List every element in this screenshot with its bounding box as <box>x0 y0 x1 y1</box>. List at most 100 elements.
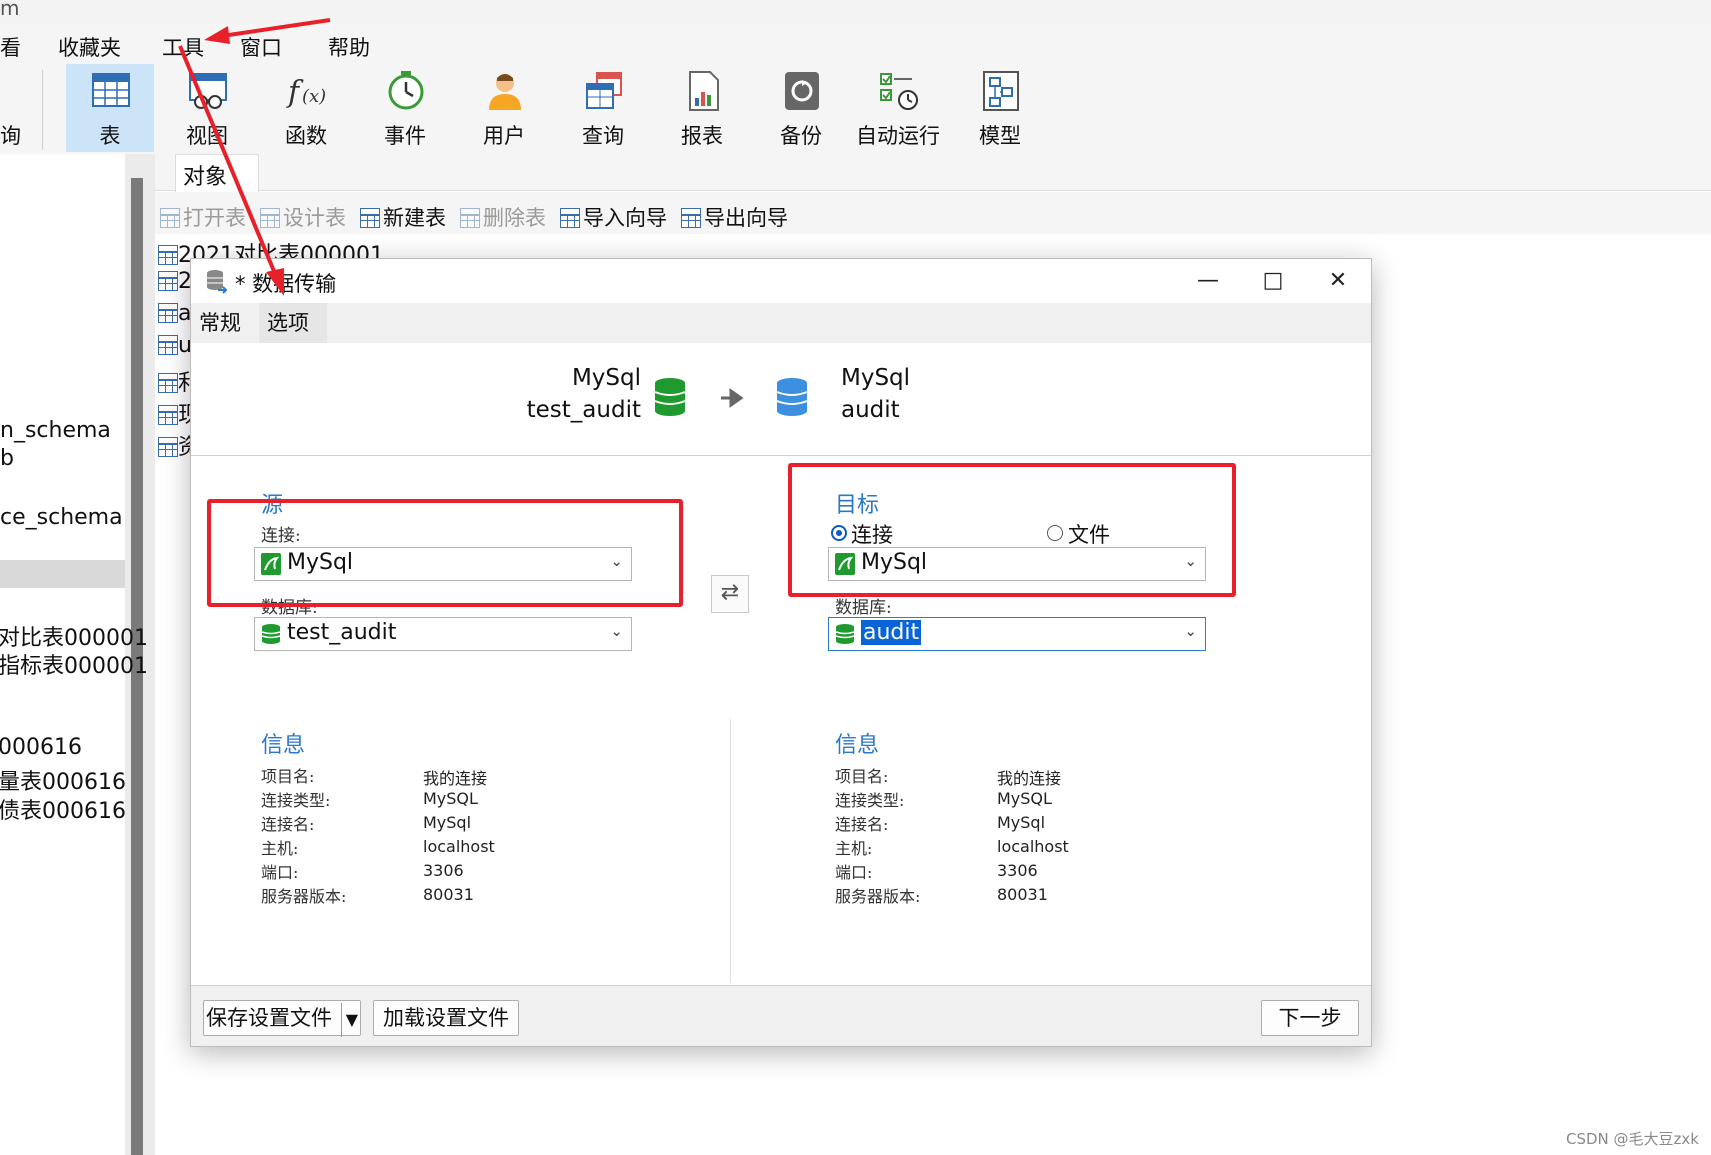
source-info-table: 项目名: 我的连接 连接类型: MySQL 连接名: MySql 主机: loc… <box>261 763 661 913</box>
nav-item[interactable]: 指标表000001 <box>0 648 148 680</box>
ribbon-query-button[interactable]: 查询 <box>559 64 647 152</box>
nav-item[interactable]: b <box>0 446 14 471</box>
swap-arrows-icon: ⇄ <box>720 580 740 605</box>
ribbon-view-button[interactable]: 视图 <box>163 64 251 152</box>
ribbon-event-label: 事件 <box>384 124 426 148</box>
design-table-button[interactable]: 设计表 <box>260 202 346 232</box>
ribbon-function-button[interactable]: f (x) 函数 <box>262 64 350 152</box>
tab-options[interactable]: 选项 <box>259 303 327 343</box>
ribbon-event-button[interactable]: 事件 <box>361 64 449 152</box>
view-icon <box>189 73 227 109</box>
target-database-value: audit <box>861 620 922 645</box>
source-database-select[interactable]: test_audit ⌄ <box>254 617 632 651</box>
info-key: 连接类型: <box>261 791 331 810</box>
info-value: 80031 <box>423 885 474 904</box>
ribbon-report-button[interactable]: 报表 <box>658 64 746 152</box>
menu-favorites[interactable]: 收藏夹 <box>58 32 121 62</box>
nav-item[interactable]: ce_schema <box>0 505 123 530</box>
nav-item[interactable]: 债表000616 <box>0 793 126 825</box>
svg-text:(x): (x) <box>302 86 326 107</box>
nav-item[interactable]: 000616 <box>0 735 82 760</box>
header-target-db: audit <box>841 397 900 423</box>
load-profile-button[interactable]: 加载设置文件 <box>373 1000 519 1036</box>
menu-view[interactable]: 看 <box>0 32 21 62</box>
close-icon[interactable]: ✕ <box>1324 267 1352 295</box>
delete-table-label: 删除表 <box>483 206 546 230</box>
ribbon-automation-label: 自动运行 <box>856 124 940 148</box>
ribbon-table-button[interactable]: 表 <box>66 64 154 152</box>
info-key: 项目名: <box>261 767 315 786</box>
info-key: 服务器版本: <box>835 887 921 906</box>
export-wizard-button[interactable]: 导出向导 <box>681 202 788 232</box>
menu-window[interactable]: 窗口 <box>240 32 282 62</box>
save-profile-label: 保存设置文件 <box>206 1006 332 1030</box>
info-divider <box>730 719 731 983</box>
object-row[interactable]: a <box>158 301 191 326</box>
new-table-button[interactable]: 新建表 <box>360 202 446 232</box>
open-table-button[interactable]: 打开表 <box>160 202 246 232</box>
ribbon-toolbar: 询 表 视图 f (x) 函数 事件 用户 查询 报表 备份 自动运行 模型 <box>0 64 1711 155</box>
info-value: 我的连接 <box>997 769 1062 788</box>
chevron-down-icon: ⌄ <box>1184 622 1197 640</box>
watermark: CSDN @毛大豆zxk <box>1566 1130 1699 1148</box>
dialog-title-bar[interactable]: * 数据传输 — □ ✕ <box>191 259 1371 303</box>
info-value: localhost <box>423 837 495 856</box>
menu-bar: 看 收藏夹 工具 窗口 帮助 <box>0 24 1711 64</box>
minimize-icon[interactable]: — <box>1194 267 1222 295</box>
tab-general[interactable]: 常规 <box>191 303 249 343</box>
object-tab-bar <box>155 154 1711 191</box>
event-clock-icon <box>388 71 424 110</box>
ribbon-automation-button[interactable]: 自动运行 <box>846 64 950 152</box>
database-icon <box>835 624 855 644</box>
report-icon <box>689 71 719 111</box>
ribbon-table-label: 表 <box>99 124 121 148</box>
ribbon-user-label: 用户 <box>483 124 525 148</box>
data-transfer-dialog: * 数据传输 — □ ✕ 常规 选项 MySql test_audit MySq… <box>190 258 1372 1047</box>
ribbon-query-fragment[interactable]: 询 <box>0 120 21 150</box>
info-key: 连接名: <box>261 815 315 834</box>
nav-item[interactable]: 量表000616 <box>0 764 126 796</box>
annotation-highlight-target <box>788 463 1236 597</box>
chevron-down-icon: ⌄ <box>610 622 623 640</box>
next-step-button[interactable]: 下一步 <box>1261 1000 1359 1036</box>
ribbon-model-button[interactable]: 模型 <box>956 64 1044 152</box>
info-key: 项目名: <box>835 767 889 786</box>
data-transfer-icon <box>207 270 227 294</box>
window-title-strip <box>0 0 1711 24</box>
nav-item[interactable]: n_schema <box>0 418 111 443</box>
save-profile-button[interactable]: 保存设置文件 ▼ <box>203 1000 361 1037</box>
model-icon <box>983 71 1019 111</box>
menu-help[interactable]: 帮助 <box>328 32 370 62</box>
ribbon-user-button[interactable]: 用户 <box>460 64 548 152</box>
source-database-icon <box>654 378 686 416</box>
target-database-select[interactable]: audit ⌄ <box>828 617 1206 651</box>
ribbon-query-label: 查询 <box>582 124 624 148</box>
swap-source-target-button[interactable]: ⇄ <box>711 575 749 613</box>
import-wizard-icon <box>560 208 580 228</box>
dialog-title: * 数据传输 <box>235 272 337 296</box>
info-key: 主机: <box>835 839 873 858</box>
source-info-title: 信息 <box>261 733 306 758</box>
navigation-selected-row[interactable] <box>0 560 125 588</box>
menu-tools[interactable]: 工具 <box>162 32 204 62</box>
new-table-icon <box>360 208 380 228</box>
info-key: 主机: <box>261 839 299 858</box>
info-key: 端口: <box>261 863 299 882</box>
dropdown-arrow-icon[interactable]: ▼ <box>340 1003 358 1037</box>
import-wizard-button[interactable]: 导入向导 <box>560 202 667 232</box>
ribbon-backup-button[interactable]: 备份 <box>757 64 845 152</box>
tab-objects-label: 对象 <box>183 165 228 190</box>
table-icon <box>158 405 178 425</box>
table-icon <box>158 303 178 323</box>
table-icon <box>158 245 178 265</box>
object-row[interactable]: 2 <box>158 269 192 294</box>
delete-table-icon <box>460 208 480 228</box>
header-target-type: MySql <box>841 365 911 391</box>
delete-table-button[interactable]: 删除表 <box>460 202 546 232</box>
maximize-icon[interactable]: □ <box>1259 267 1287 295</box>
info-key: 端口: <box>835 863 873 882</box>
table-icon <box>158 437 178 457</box>
header-source-db: test_audit <box>526 397 641 423</box>
info-value: MySql <box>997 813 1046 832</box>
object-row[interactable]: u <box>158 333 192 358</box>
